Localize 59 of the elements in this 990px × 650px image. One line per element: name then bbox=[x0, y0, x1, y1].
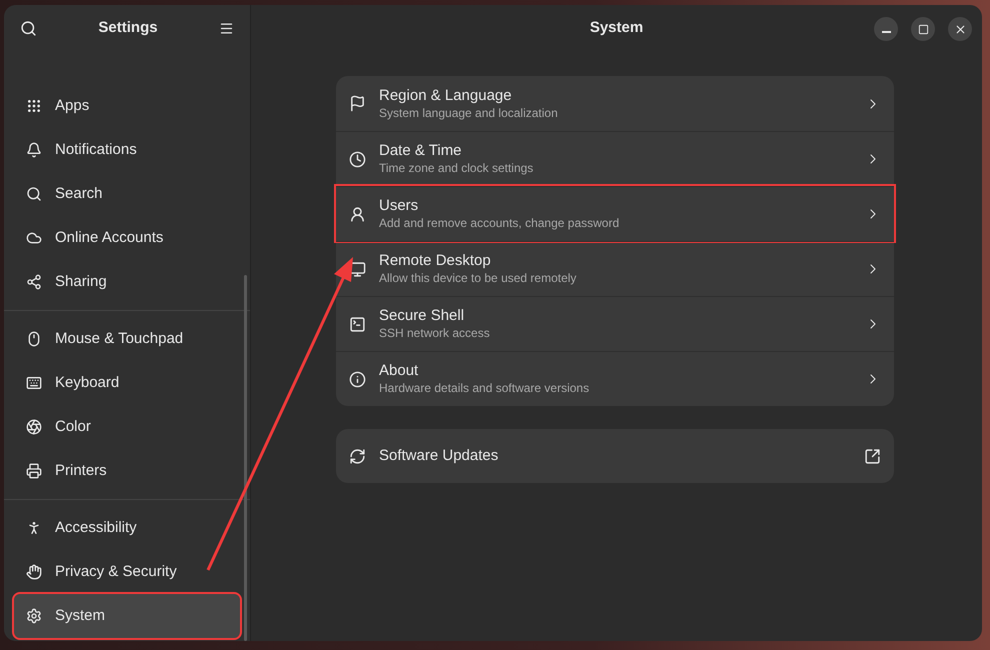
software-updates-row[interactable]: Software Updates bbox=[336, 429, 894, 483]
maximize-icon bbox=[918, 24, 928, 34]
color-wheel-icon bbox=[26, 419, 42, 435]
settings-row[interactable]: Region & Language System language and localization bbox=[336, 76, 894, 131]
menu-icon[interactable] bbox=[219, 20, 234, 36]
settings-row[interactable]: Date & Time Time zone and clock settings bbox=[336, 131, 894, 186]
printer-icon bbox=[26, 463, 42, 479]
sidebar-item[interactable]: System bbox=[14, 594, 240, 638]
refresh-icon bbox=[349, 448, 366, 464]
row-title: Software Updates bbox=[379, 446, 500, 466]
hand-icon bbox=[26, 564, 42, 580]
cloud-icon bbox=[26, 230, 42, 246]
share-icon bbox=[26, 274, 42, 290]
minimize-icon bbox=[882, 31, 890, 33]
row-title: Secure Shell bbox=[379, 306, 466, 325]
sidebar-item[interactable]: Notifications bbox=[14, 128, 240, 172]
info-icon bbox=[349, 370, 366, 388]
sidebar-item[interactable]: Accessibility bbox=[14, 506, 240, 550]
sidebar-item[interactable]: Privacy & Security bbox=[14, 550, 240, 594]
mouse-icon bbox=[26, 331, 42, 347]
clock-icon bbox=[349, 150, 366, 168]
row-subtitle: Add and remove accounts, change password bbox=[379, 215, 620, 232]
settings-row[interactable]: About Hardware details and software versions bbox=[336, 351, 894, 406]
sidebar-item[interactable]: Mouse & Touchpad bbox=[14, 317, 240, 361]
page-title: System bbox=[590, 18, 644, 38]
keyboard-icon bbox=[26, 375, 42, 391]
sidebar-item[interactable]: Online Accounts bbox=[14, 216, 240, 260]
row-subtitle: System language and localization bbox=[379, 104, 559, 122]
row-title: Region & Language bbox=[379, 86, 513, 104]
sidebar-item[interactable]: Keyboard bbox=[14, 361, 240, 405]
minimize-button[interactable] bbox=[874, 17, 898, 41]
settings-row[interactable]: Secure Shell SSH network access bbox=[336, 296, 894, 351]
sidebar-item[interactable]: Apps bbox=[14, 84, 240, 128]
grid-icon bbox=[26, 98, 42, 114]
settings-row[interactable]: Users Add and remove accounts, change password bbox=[336, 186, 894, 241]
row-title: About bbox=[379, 361, 420, 380]
bell-icon bbox=[26, 142, 42, 158]
row-title: Date & Time bbox=[379, 141, 463, 160]
close-button[interactable] bbox=[948, 17, 972, 41]
terminal-icon bbox=[349, 316, 366, 332]
sidebar-item[interactable]: Sharing bbox=[14, 260, 240, 304]
maximize-button[interactable] bbox=[911, 17, 935, 41]
sidebar-item[interactable]: Printers bbox=[14, 449, 240, 493]
sidebar-item[interactable]: Search bbox=[14, 172, 240, 216]
close-icon bbox=[954, 22, 966, 36]
gear-icon bbox=[26, 608, 42, 624]
row-title: Remote Desktop bbox=[379, 251, 492, 270]
row-subtitle: Time zone and clock settings bbox=[379, 160, 534, 177]
sidebar-title: Settings bbox=[98, 18, 158, 38]
row-subtitle: Hardware details and software versions bbox=[379, 380, 590, 397]
sidebar-item[interactable]: Color bbox=[14, 405, 240, 449]
external-link-icon bbox=[864, 448, 881, 464]
row-subtitle: Allow this device to be used remotely bbox=[379, 270, 578, 287]
user-icon bbox=[349, 206, 366, 222]
row-subtitle: SSH network access bbox=[379, 325, 491, 342]
row-title: Users bbox=[379, 196, 420, 215]
search-icon bbox=[26, 186, 42, 202]
flag-icon bbox=[349, 95, 366, 112]
search-icon[interactable] bbox=[20, 20, 37, 36]
